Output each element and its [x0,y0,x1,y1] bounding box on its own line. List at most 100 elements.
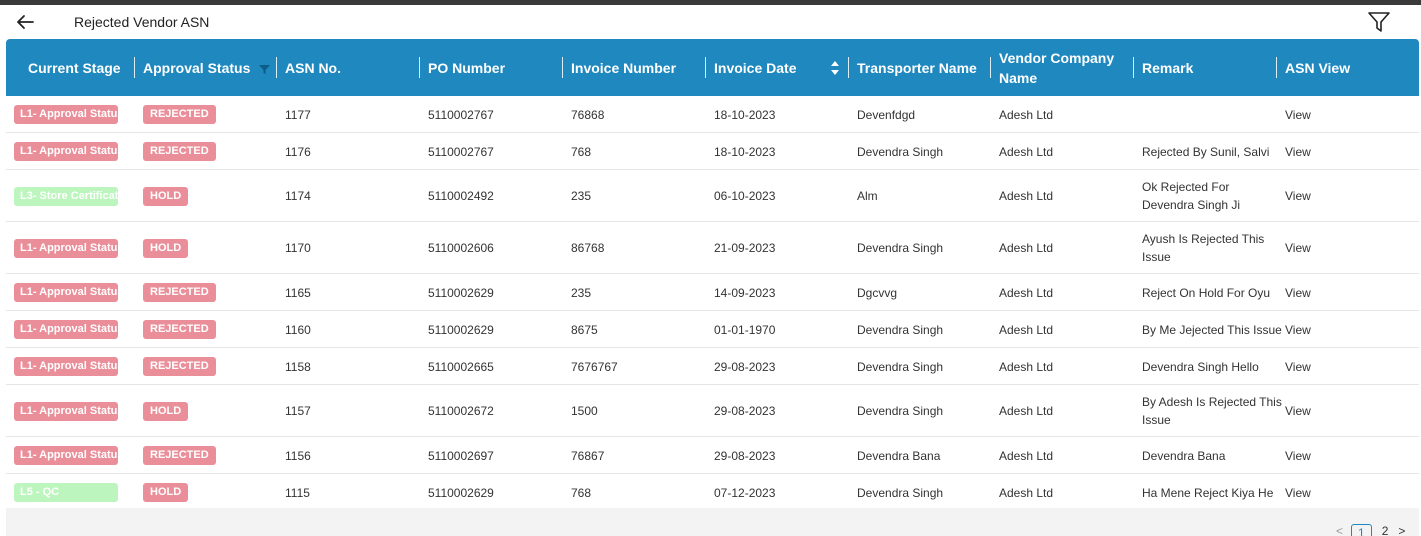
invoice-number-cell: 76867 [571,448,605,463]
column-divider [1276,57,1277,78]
pagination-page[interactable]: 2 [1382,524,1389,536]
asn-number-cell: 1174 [285,189,311,203]
view-link[interactable]: View [1285,486,1311,500]
table-row[interactable]: L1- Approval Status HOLD 1170 5110002606 867… [6,222,1419,274]
vendor-company-cell: Adesh Ltd [999,189,1054,203]
view-link[interactable]: View [1285,189,1311,203]
invoice-number-cell: 768 [571,144,592,159]
table-row[interactable]: L1- Approval Status HOLD 1157 5110002672 150… [6,385,1419,437]
approval-status-badge: REJECTED [143,283,216,302]
back-arrow-icon[interactable] [14,11,36,33]
invoice-date-cell: 21-09-2023 [714,241,776,255]
transporter-name-cell: Devendra Singh [857,404,944,418]
pagination-next[interactable]: > [1398,524,1405,536]
remark-cell: Reject On Hold For Oyu [1142,285,1271,300]
col-approval-status[interactable]: Approval Status [143,39,250,96]
transporter-name-cell: Devendra Singh [857,144,944,159]
view-link[interactable]: View [1285,404,1311,418]
invoice-date-cell: 29-08-2023 [714,404,776,418]
table-row[interactable]: L1- Approval Status REJECTED 1165 511000262… [6,274,1419,311]
remark-cell: By Me Jejected This Issue [1142,322,1282,337]
col-invoice-date[interactable]: Invoice Date [714,39,796,96]
column-divider [990,57,991,78]
col-remark[interactable]: Remark [1142,39,1193,96]
pagination-prev[interactable]: < [1336,524,1343,536]
po-number-cell: 5110002629 [428,485,494,500]
column-divider [134,57,135,78]
column-divider [705,57,706,78]
column-divider [276,57,277,78]
asn-number-cell: 1115 [285,485,310,500]
col-asn-no[interactable]: ASN No. [285,39,341,96]
current-stage-badge: L1- Approval Status [14,446,118,465]
col-vendor-company-name[interactable]: Vendor Company Name [999,39,1125,96]
po-number-cell: 5110002492 [428,189,494,203]
vendor-company-cell: Adesh Ltd [999,448,1054,463]
invoice-date-cell: 29-08-2023 [714,448,776,463]
pagination-page-current[interactable]: 1 [1351,524,1372,536]
remark-cell: Ok Rejected For Devendra Singh Ji [1142,180,1241,212]
current-stage-badge: L1- Approval Status [14,238,118,258]
remark-cell: By Adesh Is Rejected This Issue [1142,395,1282,427]
approval-status-badge: REJECTED [143,357,216,376]
approval-status-badge: HOLD [143,186,189,206]
vendor-company-cell: Adesh Ltd [999,322,1054,337]
current-stage-badge: L3- Store Certificate [14,186,118,206]
vendor-company-cell: Adesh Ltd [999,144,1054,159]
asn-number-cell: 1177 [285,107,311,122]
transporter-name-cell: Alm [857,189,878,203]
invoice-number-cell: 8675 [571,322,598,337]
view-link[interactable]: View [1285,286,1311,300]
table-row[interactable]: L1- Approval Status REJECTED 1176 511000276… [6,133,1419,170]
po-number-cell: 5110002697 [428,448,494,463]
pagination: < 1 2 > [1336,524,1405,536]
approval-status-badge: REJECTED [143,446,216,465]
table-row[interactable]: L1- Approval Status REJECTED 1156 511000269… [6,437,1419,474]
column-filter-icon[interactable] [259,62,270,74]
invoice-date-cell: 18-10-2023 [714,107,776,122]
table-row[interactable]: L1- Approval Status REJECTED 1158 511000266… [6,348,1419,385]
col-current-stage[interactable]: Current Stage [28,39,121,96]
invoice-number-cell: 235 [571,285,592,300]
sort-icon[interactable] [830,60,840,76]
page-title: Rejected Vendor ASN [74,14,210,30]
view-link[interactable]: View [1285,323,1311,337]
transporter-name-cell: Dgcvvg [857,285,898,300]
funnel-icon[interactable] [1366,9,1392,35]
asn-number-cell: 1158 [285,359,311,374]
table-row[interactable]: L3- Store Certificate HOLD 1174 5110002492 2… [6,170,1419,222]
remark-cell: Devendra Singh Hello [1142,359,1259,374]
asn-number-cell: 1170 [285,241,311,255]
table-header: Current Stage Approval Status ASN No. PO… [6,39,1419,96]
invoice-number-cell: 7676767 [571,359,618,374]
current-stage-badge: L5 - QC [14,483,118,502]
vendor-company-cell: Adesh Ltd [999,285,1054,300]
page-header: Rejected Vendor ASN [0,5,1421,39]
po-number-cell: 5110002767 [428,107,494,122]
view-link[interactable]: View [1285,360,1311,374]
view-link[interactable]: View [1285,241,1311,255]
table-row[interactable]: L1- Approval Status REJECTED 1160 511000262… [6,311,1419,348]
table-row[interactable]: L5 - QC HOLD 1115 5110002629 768 07-12-2023 De… [6,474,1419,511]
col-invoice-number[interactable]: Invoice Number [571,39,676,96]
vendor-company-cell: Adesh Ltd [999,485,1054,500]
view-link[interactable]: View [1285,108,1311,122]
transporter-name-cell: Devendra Singh [857,322,944,337]
vendor-company-cell: Adesh Ltd [999,241,1054,255]
invoice-date-cell: 29-08-2023 [714,359,776,374]
current-stage-badge: L1- Approval Status [14,320,118,339]
current-stage-badge: L1- Approval Status [14,401,118,421]
po-number-cell: 5110002665 [428,359,494,374]
view-link[interactable]: View [1285,145,1311,159]
view-link[interactable]: View [1285,449,1311,463]
col-asn-view[interactable]: ASN View [1285,39,1350,96]
table-footer: < 1 2 > [6,508,1419,536]
approval-status-badge: HOLD [143,401,189,421]
col-transporter-name[interactable]: Transporter Name [857,39,977,96]
table-row[interactable]: L1- Approval Status REJECTED 1177 511000276… [6,96,1419,133]
col-po-number[interactable]: PO Number [428,39,505,96]
current-stage-badge: L1- Approval Status [14,142,118,161]
approval-status-badge: REJECTED [143,105,216,124]
column-divider [562,57,563,78]
invoice-date-cell: 14-09-2023 [714,285,776,300]
